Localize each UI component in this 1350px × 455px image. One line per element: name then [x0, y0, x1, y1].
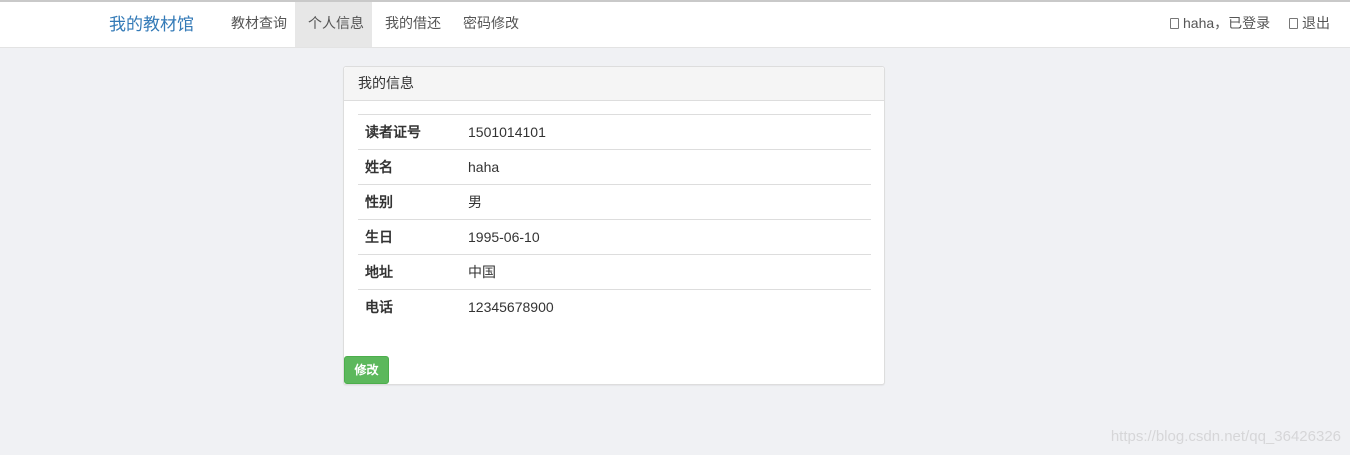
row-value: 12345678900: [461, 289, 871, 325]
info-table: 读者证号 1501014101 姓名 haha 性别 男 生日 1995-06-…: [358, 114, 871, 325]
row-label: 性别: [358, 184, 461, 220]
row-label: 读者证号: [358, 114, 461, 150]
row-label: 姓名: [358, 149, 461, 185]
brand-link[interactable]: 我的教材馆: [109, 14, 194, 36]
row-label: 生日: [358, 219, 461, 255]
table-row: 性别 男: [358, 184, 871, 220]
nav-item-change-password[interactable]: 密码修改: [450, 2, 532, 47]
row-value: 男: [461, 184, 871, 220]
row-label: 电话: [358, 289, 461, 325]
logout-text: 退出: [1302, 15, 1330, 31]
nav-item-my-borrowing[interactable]: 我的借还: [372, 2, 454, 47]
user-icon: [1170, 18, 1179, 29]
table-row: 地址 中国: [358, 254, 871, 290]
panel-title: 我的信息: [344, 67, 884, 101]
row-value: 1501014101: [461, 114, 871, 150]
nav-item-book-search[interactable]: 教材查询: [218, 2, 300, 47]
row-value: haha: [461, 149, 871, 185]
row-value: 1995-06-10: [461, 219, 871, 255]
row-value: 中国: [461, 254, 871, 290]
logout-icon: [1289, 18, 1298, 29]
row-label: 地址: [358, 254, 461, 290]
top-navbar: 我的教材馆 教材查询 个人信息 我的借还 密码修改 haha，已登录 退出: [0, 0, 1350, 48]
edit-button[interactable]: 修改: [344, 356, 389, 384]
my-info-panel: 我的信息 读者证号 1501014101 姓名 haha 性别 男 生日 199…: [343, 66, 885, 385]
logout-link[interactable]: 退出: [1289, 2, 1330, 47]
table-row: 电话 12345678900: [358, 289, 871, 325]
watermark: https://blog.csdn.net/qq_36426326: [1110, 428, 1341, 445]
table-row: 读者证号 1501014101: [358, 114, 871, 150]
nav-item-personal-info[interactable]: 个人信息: [295, 2, 372, 47]
table-row: 生日 1995-06-10: [358, 219, 871, 255]
table-row: 姓名 haha: [358, 149, 871, 185]
user-status-text: haha，已登录: [1183, 15, 1271, 31]
user-status-link[interactable]: haha，已登录: [1170, 2, 1270, 47]
